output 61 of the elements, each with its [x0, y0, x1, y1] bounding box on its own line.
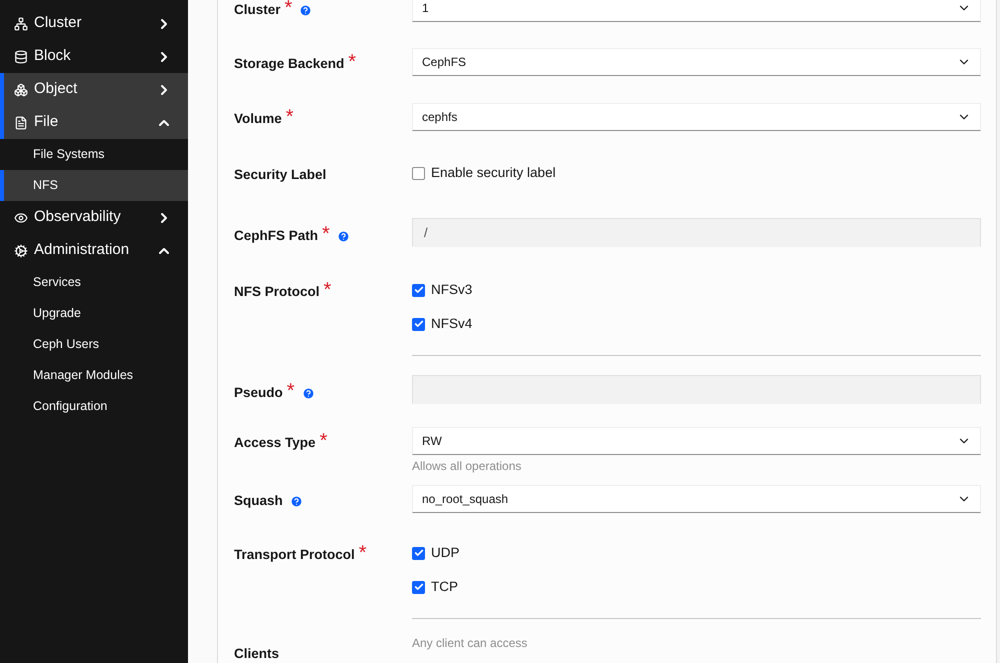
select-field[interactable]: no_root_squash — [412, 485, 981, 513]
select-field[interactable]: 1 — [412, 0, 981, 22]
sidebar-item[interactable]: Administration — [0, 234, 188, 267]
input-field[interactable] — [412, 375, 981, 404]
sidebar-subitem[interactable]: Configuration — [0, 391, 188, 422]
hierarchy-icon — [14, 16, 28, 30]
required-asterisk: * — [348, 52, 356, 72]
field-label: Pseudo — [234, 384, 283, 402]
field-label: Cluster — [234, 1, 281, 19]
database-icon — [14, 50, 28, 64]
select-field[interactable]: cephfs — [412, 103, 981, 131]
sidebar-item[interactable]: File — [0, 106, 188, 139]
required-asterisk: * — [286, 381, 295, 402]
checkbox-label: TCP — [431, 578, 458, 596]
required-asterisk: * — [324, 280, 332, 300]
gears-icon — [14, 244, 28, 258]
file-icon — [14, 116, 28, 130]
required-asterisk: * — [320, 431, 328, 452]
cubes-icon — [14, 82, 28, 96]
field-label: Storage Backend — [234, 55, 344, 73]
checkbox-label: NFSv4 — [431, 315, 472, 334]
select-field[interactable]: CephFS — [412, 48, 981, 76]
field-label: NFS Protocol — [234, 283, 320, 301]
field-label: Security Label — [234, 166, 326, 184]
checkbox-label: Enable security label — [431, 164, 556, 182]
field-label: Squash — [234, 492, 283, 510]
checkbox[interactable] — [412, 580, 425, 594]
checkbox[interactable] — [412, 166, 425, 180]
helper-text: Any client can access — [412, 635, 528, 652]
required-asterisk: * — [286, 107, 294, 128]
sidebar-item[interactable]: Observability — [0, 201, 188, 234]
checkbox-label: UDP — [431, 544, 460, 562]
checkbox[interactable] — [412, 318, 425, 331]
help-icon[interactable] — [299, 4, 312, 17]
field-label: Access Type — [234, 434, 316, 452]
select-field[interactable]: RW — [412, 427, 981, 455]
required-asterisk: * — [322, 224, 330, 244]
checkbox[interactable] — [412, 546, 425, 560]
checkbox[interactable] — [412, 284, 425, 297]
field-label: Clients — [234, 645, 280, 663]
help-icon[interactable] — [302, 386, 315, 400]
help-icon[interactable] — [336, 230, 350, 243]
sidebar-subitem[interactable]: Upgrade — [0, 298, 188, 329]
sidebar-item[interactable]: Block — [0, 40, 188, 73]
sidebar-item[interactable]: Cluster — [0, 7, 188, 40]
sidebar-item[interactable]: Object — [0, 73, 188, 106]
required-asterisk: * — [284, 0, 292, 18]
sidebar-subitem[interactable]: Manager Modules — [0, 360, 188, 391]
field-label: Volume — [234, 110, 282, 128]
helper-text: Allows all operations — [412, 458, 522, 475]
sidebar-subitem[interactable]: Ceph Users — [0, 329, 188, 360]
help-icon[interactable] — [290, 494, 303, 508]
eye-icon — [14, 210, 28, 224]
field-label: CephFS Path — [234, 227, 318, 245]
input-field[interactable]: / — [412, 218, 981, 247]
sidebar-subitem[interactable]: File Systems — [0, 139, 188, 170]
checkbox-label: NFSv3 — [431, 281, 472, 299]
required-asterisk: * — [358, 543, 367, 564]
sidebar-subitem[interactable]: NFS — [0, 170, 188, 201]
field-label: Transport Protocol — [234, 546, 355, 564]
sidebar-subitem[interactable]: Services — [0, 267, 188, 298]
